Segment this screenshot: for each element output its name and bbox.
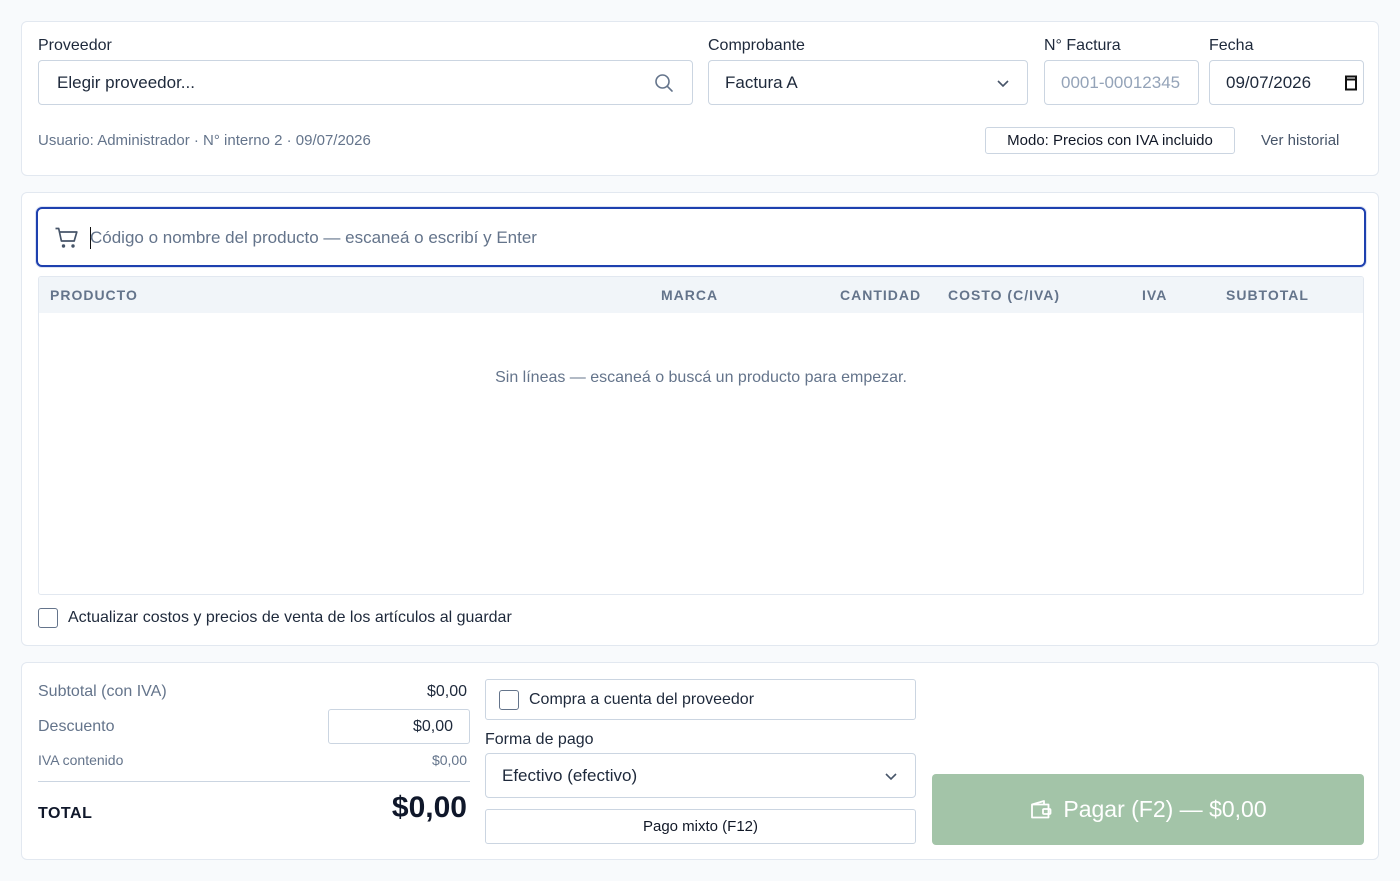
totals-divider xyxy=(38,781,470,782)
products-card: Código o nombre del producto — escaneá o… xyxy=(21,192,1379,646)
col-marca: MARCA xyxy=(661,287,719,303)
descuento-input[interactable]: $0,00 xyxy=(328,709,470,744)
table-header: PRODUCTO MARCA CANTIDAD COSTO (C/IVA) IV… xyxy=(39,277,1363,313)
update-costs-label: Actualizar costos y precios de venta de … xyxy=(68,609,512,626)
footer-card: Subtotal (con IVA) $0,00 Descuento $0,00… xyxy=(21,662,1379,860)
update-costs-checkbox[interactable] xyxy=(38,608,58,628)
lines-table: PRODUCTO MARCA CANTIDAD COSTO (C/IVA) IV… xyxy=(38,276,1364,595)
product-search-input[interactable]: Código o nombre del producto — escaneá o… xyxy=(36,207,1366,267)
forma-label: Forma de pago xyxy=(485,731,594,748)
forma-select[interactable]: Efectivo (efectivo) xyxy=(485,753,916,798)
pay-button-label: Pagar (F2) — $0,00 xyxy=(1063,796,1267,822)
col-producto: PRODUCTO xyxy=(50,287,138,303)
cart-icon xyxy=(54,226,80,250)
forma-value: Efectivo (efectivo) xyxy=(502,765,638,785)
col-iva: IVA xyxy=(1142,287,1168,303)
calendar-icon[interactable] xyxy=(1345,75,1357,91)
mode-badge[interactable]: Modo: Precios con IVA incluido xyxy=(985,127,1235,154)
col-subtotal: SUBTOTAL xyxy=(1226,287,1309,303)
chevron-down-icon xyxy=(883,768,899,784)
iva-value: $0,00 xyxy=(431,752,467,768)
total-value: $0,00 xyxy=(391,791,467,824)
history-link[interactable]: Ver historial xyxy=(1261,132,1339,149)
pago-mixto-button[interactable]: Pago mixto (F12) xyxy=(485,809,916,844)
info-line: Usuario: Administrador · N° interno 2 · … xyxy=(38,132,371,149)
proveedor-select[interactable]: Elegir proveedor... xyxy=(38,60,693,105)
comprobante-label: Comprobante xyxy=(708,37,805,54)
pay-button[interactable]: Pagar (F2) — $0,00 xyxy=(932,774,1364,845)
cuenta-checkbox[interactable] xyxy=(499,690,519,710)
search-icon xyxy=(654,73,674,93)
descuento-label: Descuento xyxy=(38,718,115,735)
fecha-input[interactable]: 09/07/2026 xyxy=(1209,60,1364,105)
cuenta-label: Compra a cuenta del proveedor xyxy=(529,691,755,708)
total-label: TOTAL xyxy=(38,805,93,822)
fecha-label: Fecha xyxy=(1209,37,1254,54)
proveedor-value: Elegir proveedor... xyxy=(57,72,195,92)
empty-message: Sin líneas — escaneá o buscá un producto… xyxy=(495,369,907,386)
descuento-value: $0,00 xyxy=(412,718,453,735)
comprobante-value: Factura A xyxy=(725,72,798,92)
wallet-icon xyxy=(1029,799,1053,821)
factura-placeholder: 0001-00012345 xyxy=(1061,72,1181,92)
col-costo: COSTO (C/IVA) xyxy=(948,287,1061,303)
factura-input[interactable]: 0001-00012345 xyxy=(1044,60,1199,105)
proveedor-label: Proveedor xyxy=(38,37,112,54)
chevron-down-icon xyxy=(995,75,1011,91)
fecha-value: 09/07/2026 xyxy=(1226,72,1312,92)
iva-label: IVA contenido xyxy=(38,752,124,768)
factura-label: N° Factura xyxy=(1044,37,1121,54)
cuenta-toggle[interactable]: Compra a cuenta del proveedor xyxy=(485,679,916,720)
col-cantidad: CANTIDAD xyxy=(840,287,922,303)
comprobante-select[interactable]: Factura A xyxy=(708,60,1028,105)
subtotal-value: $0,00 xyxy=(426,683,467,700)
product-search-placeholder: Código o nombre del producto — escaneá o… xyxy=(90,228,537,247)
header-card: Proveedor Elegir proveedor... Comprobant… xyxy=(21,21,1379,176)
subtotal-label: Subtotal (con IVA) xyxy=(38,683,167,700)
